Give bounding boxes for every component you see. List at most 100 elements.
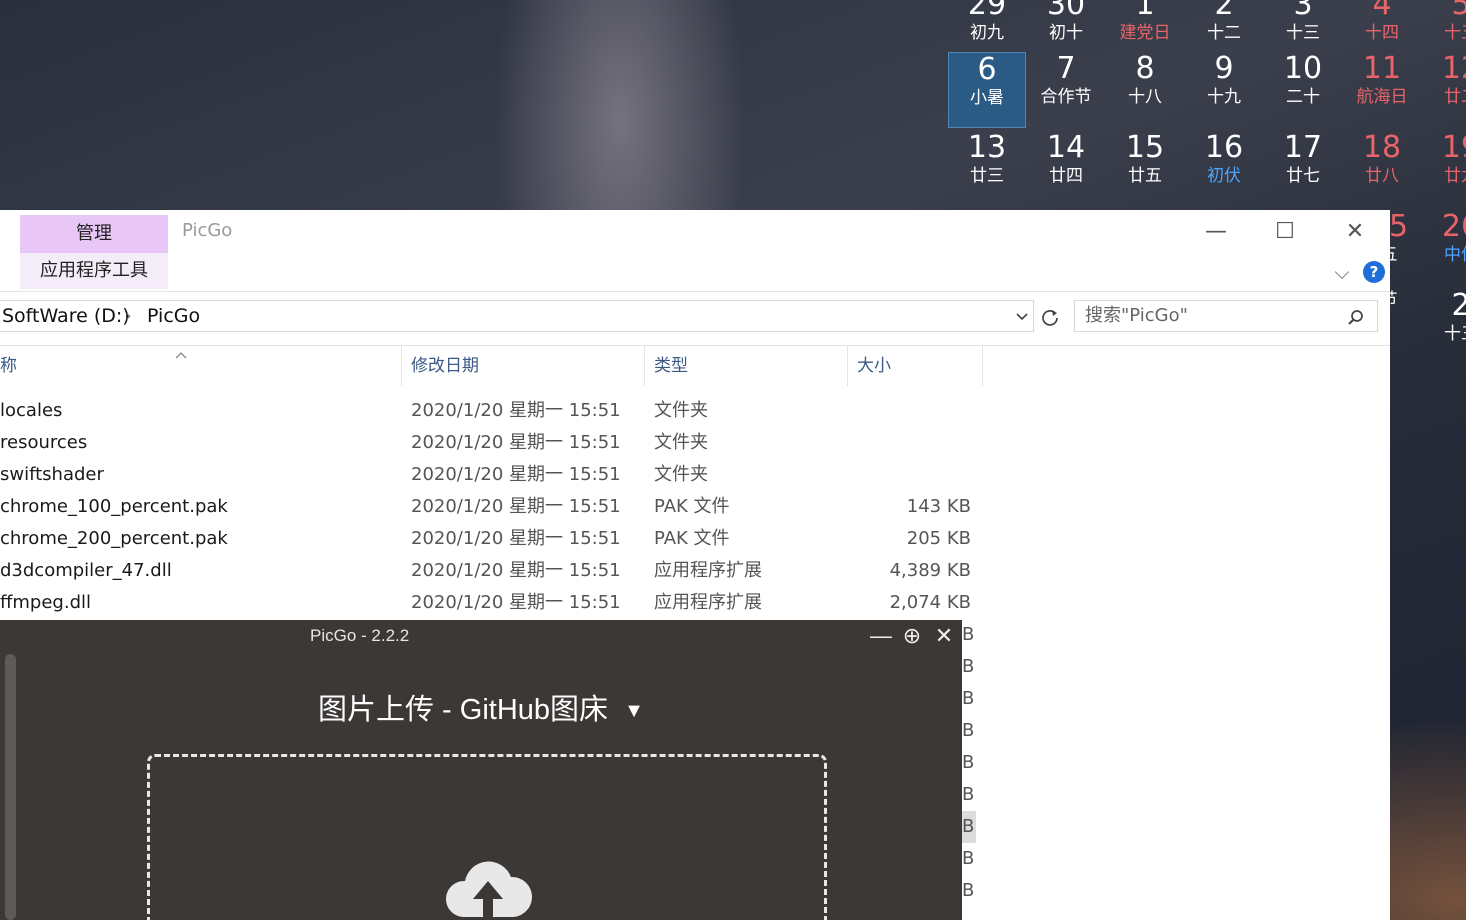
calendar-day-number: 7 bbox=[1056, 51, 1076, 86]
calendar-day[interactable]: 10 二十 bbox=[1264, 52, 1342, 128]
file-type: 文件夹 bbox=[654, 400, 708, 421]
file-size-fragment: B bbox=[962, 688, 975, 709]
breadcrumb-drive[interactable]: SoftWare (D:) bbox=[2, 301, 130, 331]
search-placeholder: 搜索"PicGo" bbox=[1085, 305, 1188, 326]
calendar-day[interactable]: 9 十九 bbox=[1185, 52, 1263, 128]
address-bar[interactable]: SoftWare (D:) › PicGo bbox=[0, 300, 1034, 332]
file-size-fragment: B bbox=[962, 811, 976, 843]
calendar-lunar-label: 合作节 bbox=[1040, 87, 1092, 107]
close-button[interactable]: ✕ bbox=[1325, 214, 1385, 250]
calendar-lunar-label: 十四 bbox=[1365, 23, 1399, 43]
calendar-day[interactable]: 15 廿五 bbox=[1106, 131, 1184, 207]
file-modified-date: 2020/1/20 星期一 15:51 bbox=[411, 432, 621, 453]
calendar-day[interactable]: 16 初伏 bbox=[1185, 131, 1263, 207]
calendar-day-number: 18 bbox=[1362, 130, 1402, 165]
calendar-day[interactable]: 12廿二 bbox=[1422, 52, 1466, 128]
help-icon[interactable]: ? bbox=[1363, 261, 1385, 283]
calendar-lunar-label: 初九 bbox=[970, 23, 1004, 43]
calendar-day[interactable]: 11 航海日 bbox=[1343, 52, 1421, 128]
column-header-name[interactable]: 称 bbox=[0, 346, 400, 386]
calendar-lunar-label: 廿二 bbox=[1444, 87, 1466, 107]
calendar-day[interactable]: 7 合作节 bbox=[1027, 52, 1105, 128]
column-separator[interactable] bbox=[401, 346, 402, 386]
file-modified-date: 2020/1/20 星期一 15:51 bbox=[411, 592, 621, 613]
calendar-day[interactable]: 2十三 bbox=[1422, 289, 1466, 365]
file-size-fragment: B bbox=[962, 752, 975, 773]
column-header-size[interactable]: 大小 bbox=[857, 346, 977, 386]
maximize-button[interactable]: ☐ bbox=[1255, 214, 1315, 250]
file-size-fragment: B bbox=[962, 720, 975, 741]
calendar-day-number: 15 bbox=[1125, 130, 1165, 165]
ribbon-tab-manage[interactable]: 管理 bbox=[20, 215, 168, 253]
upload-target-selector[interactable]: 图片上传 - GitHub图床 ▼ bbox=[318, 686, 644, 728]
file-row[interactable]: chrome_100_percent.pak 2020/1/20 星期一 15:5… bbox=[0, 491, 1000, 523]
calendar-day-number: 29 bbox=[967, 0, 1007, 22]
calendar-day-number: 8 bbox=[1135, 51, 1155, 86]
calendar-day[interactable]: 19廿九 bbox=[1422, 131, 1466, 207]
sidebar-scrollbar[interactable] bbox=[5, 654, 16, 920]
search-input[interactable]: 搜索"PicGo" bbox=[1074, 300, 1378, 332]
calendar-day-number: 1 bbox=[1135, 0, 1155, 22]
file-type: PAK 文件 bbox=[654, 496, 730, 517]
breadcrumb-chevron-icon: › bbox=[125, 306, 132, 325]
calendar-lunar-label: 十三 bbox=[1444, 324, 1466, 344]
file-name: swiftshader bbox=[0, 464, 104, 485]
file-modified-date: 2020/1/20 星期一 15:51 bbox=[411, 464, 621, 485]
calendar-lunar-label: 十九 bbox=[1207, 87, 1241, 107]
calendar-day[interactable]: 18 廿八 bbox=[1343, 131, 1421, 207]
picgo-pin-button[interactable]: ⊕ bbox=[899, 622, 925, 650]
file-name: chrome_200_percent.pak bbox=[0, 528, 228, 549]
calendar-lunar-label: 航海日 bbox=[1356, 87, 1408, 107]
file-size: 2,074 KB bbox=[889, 592, 971, 613]
minimize-button[interactable]: — bbox=[1186, 214, 1246, 250]
calendar-day[interactable]: 6 小暑 bbox=[948, 52, 1026, 128]
file-row[interactable]: locales 2020/1/20 星期一 15:51 文件夹 bbox=[0, 395, 1000, 427]
file-modified-date: 2020/1/20 星期一 15:51 bbox=[411, 496, 621, 517]
calendar-day[interactable]: 14 廿四 bbox=[1027, 131, 1105, 207]
column-header-date[interactable]: 修改日期 bbox=[411, 346, 641, 386]
upload-dropzone[interactable] bbox=[147, 754, 827, 920]
calendar-day-number: 13 bbox=[967, 130, 1007, 165]
file-name: d3dcompiler_47.dll bbox=[0, 560, 172, 581]
calendar-day-number: 17 bbox=[1283, 130, 1323, 165]
calendar-day-number: 11 bbox=[1362, 51, 1402, 86]
search-icon[interactable] bbox=[1347, 307, 1365, 325]
calendar-day-number: 5 bbox=[1451, 0, 1466, 22]
dropdown-arrow-icon[interactable]: ▼ bbox=[624, 700, 644, 722]
file-row[interactable]: ffmpeg.dll 2020/1/20 星期一 15:51 应用程序扩展 2,074… bbox=[0, 587, 1000, 619]
calendar-day-number: 9 bbox=[1214, 51, 1234, 86]
file-row[interactable]: chrome_200_percent.pak 2020/1/20 星期一 15:5… bbox=[0, 523, 1000, 555]
picgo-title: PicGo - 2.2.2 bbox=[310, 626, 410, 645]
calendar-day[interactable]: 26中伏 bbox=[1422, 210, 1466, 286]
file-type: 应用程序扩展 bbox=[654, 560, 762, 581]
file-row[interactable]: resources 2020/1/20 星期一 15:51 文件夹 bbox=[0, 427, 1000, 459]
file-row[interactable]: swiftshader 2020/1/20 星期一 15:51 文件夹 bbox=[0, 459, 1000, 491]
picgo-minimize-button[interactable]: — bbox=[868, 622, 894, 650]
file-size-fragment: B bbox=[962, 848, 975, 869]
picgo-window: PicGo - 2.2.2 — ⊕ ✕ 图片上传 - GitHub图床 ▼ bbox=[0, 620, 962, 920]
cloud-upload-icon bbox=[443, 849, 533, 919]
file-row[interactable]: d3dcompiler_47.dll 2020/1/20 星期一 15:51 应用程… bbox=[0, 555, 1000, 587]
calendar-lunar-label: 小暑 bbox=[970, 88, 1004, 108]
address-dropdown-icon[interactable] bbox=[1014, 303, 1030, 321]
calendar-day-number: 30 bbox=[1046, 0, 1086, 22]
file-size-fragment: B bbox=[962, 656, 975, 677]
column-separator[interactable] bbox=[847, 346, 848, 386]
calendar-day-number: 3 bbox=[1293, 0, 1313, 22]
file-modified-date: 2020/1/20 星期一 15:51 bbox=[411, 528, 621, 549]
calendar-lunar-label: 廿四 bbox=[1049, 166, 1083, 186]
refresh-icon[interactable] bbox=[1039, 306, 1061, 328]
column-header-type[interactable]: 类型 bbox=[654, 346, 844, 386]
picgo-close-button[interactable]: ✕ bbox=[931, 622, 957, 650]
file-size: 205 KB bbox=[906, 528, 971, 549]
calendar-day[interactable]: 17 廿七 bbox=[1264, 131, 1342, 207]
breadcrumb-folder[interactable]: PicGo bbox=[147, 301, 200, 331]
file-size: 143 KB bbox=[906, 496, 971, 517]
calendar-day[interactable]: 8 十八 bbox=[1106, 52, 1184, 128]
column-separator[interactable] bbox=[982, 346, 983, 386]
file-type: 应用程序扩展 bbox=[654, 592, 762, 613]
file-type: PAK 文件 bbox=[654, 528, 730, 549]
ribbon-app-tools[interactable]: 应用程序工具 bbox=[20, 253, 168, 289]
calendar-day[interactable]: 13 廿三 bbox=[948, 131, 1026, 207]
column-separator[interactable] bbox=[644, 346, 645, 386]
